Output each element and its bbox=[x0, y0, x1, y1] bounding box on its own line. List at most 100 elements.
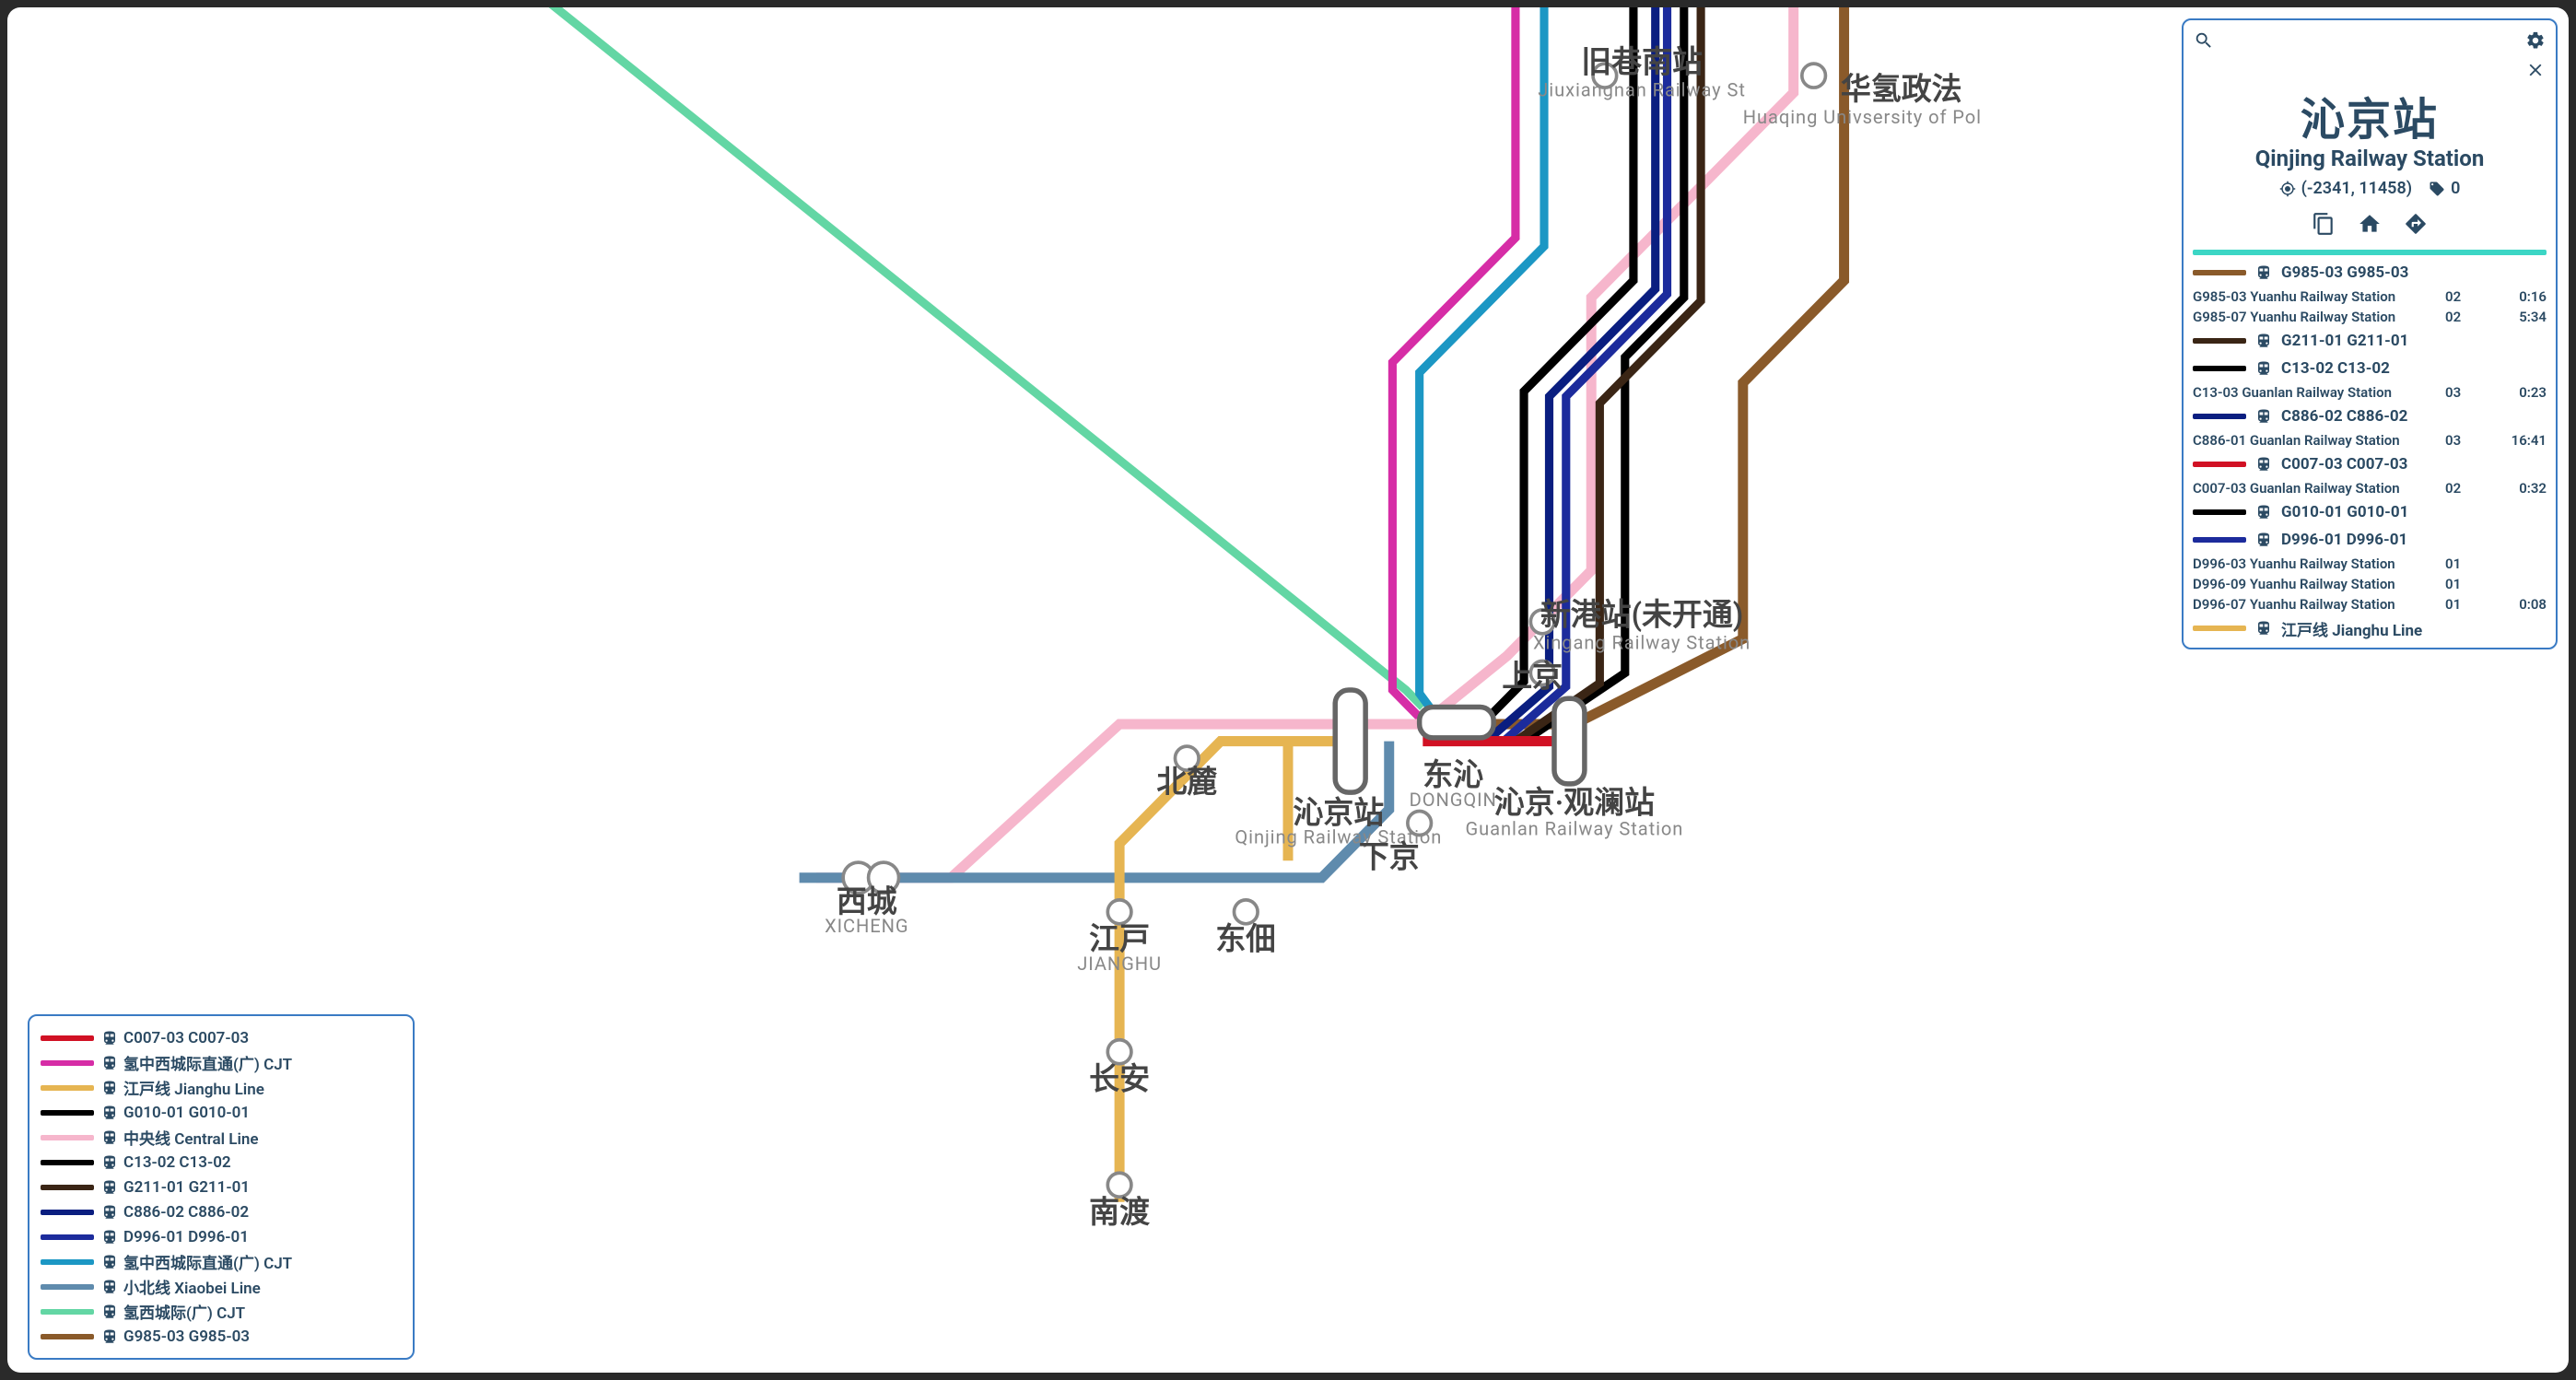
legend-row[interactable]: 中央线 Central Line bbox=[41, 1125, 402, 1150]
legend-label: D996-01 D996-01 bbox=[123, 1228, 249, 1246]
route-header[interactable]: G010-01 G010-01 bbox=[2193, 498, 2547, 526]
label-xingang-en: Xingang Railway Station bbox=[1533, 631, 1751, 653]
legend-row[interactable]: 氢西城际(广) CJT bbox=[41, 1299, 402, 1324]
train-icon bbox=[2255, 264, 2272, 281]
train-icon bbox=[101, 1254, 118, 1270]
legend-label: 氢中西城际直通(广) CJT bbox=[123, 1051, 292, 1074]
legend-label: G010-01 G010-01 bbox=[123, 1104, 250, 1122]
departure-destination: C007-03 Guanlan Railway Station bbox=[2193, 480, 2445, 497]
departure-destination: D996-03 Yuanhu Railway Station bbox=[2193, 556, 2445, 572]
departure-row[interactable]: C007-03 Guanlan Railway Station020:32 bbox=[2193, 478, 2547, 498]
route-header[interactable]: G985-03 G985-03 bbox=[2193, 259, 2547, 287]
coords-value: (-2341, 11458) bbox=[2301, 179, 2412, 198]
legend-label: G985-03 G985-03 bbox=[123, 1327, 250, 1346]
label-nandu: 南渡 bbox=[1089, 1195, 1151, 1231]
legend-swatch bbox=[41, 1284, 94, 1290]
train-icon bbox=[101, 1179, 118, 1196]
legend-row[interactable]: G985-03 G985-03 bbox=[41, 1324, 402, 1349]
route-header[interactable]: G211-01 G211-01 bbox=[2193, 327, 2547, 355]
departure-platform: 02 bbox=[2445, 480, 2488, 497]
route-header[interactable]: C886-02 C886-02 bbox=[2193, 403, 2547, 430]
train-icon bbox=[2255, 620, 2272, 637]
departure-row[interactable]: C13-03 Guanlan Railway Station030:23 bbox=[2193, 382, 2547, 403]
train-icon bbox=[2255, 408, 2272, 425]
departure-eta: 16:41 bbox=[2488, 432, 2547, 449]
train-icon bbox=[101, 1204, 118, 1221]
route-label: G010-01 G010-01 bbox=[2281, 503, 2408, 521]
departure-row[interactable]: D996-09 Yuanhu Railway Station01 bbox=[2193, 574, 2547, 594]
home-icon[interactable] bbox=[2357, 211, 2383, 237]
departure-row[interactable]: D996-07 Yuanhu Railway Station010:08 bbox=[2193, 594, 2547, 614]
legend-swatch bbox=[41, 1160, 94, 1165]
departure-destination: C13-03 Guanlan Railway Station bbox=[2193, 384, 2445, 401]
routes-list: G985-03 G985-03 G985-03 Yuanhu Railway St… bbox=[2193, 259, 2547, 642]
route-label: C886-02 C886-02 bbox=[2281, 407, 2407, 426]
close-icon[interactable] bbox=[2524, 59, 2547, 81]
departure-destination: G985-03 Yuanhu Railway Station bbox=[2193, 288, 2445, 305]
gear-icon[interactable] bbox=[2524, 29, 2547, 52]
train-icon bbox=[101, 1229, 118, 1246]
departure-platform: 01 bbox=[2445, 596, 2488, 613]
route-label: G985-03 G985-03 bbox=[2281, 263, 2408, 282]
departure-platform: 01 bbox=[2445, 556, 2488, 572]
departure-eta: 5:34 bbox=[2488, 309, 2547, 325]
legend-row[interactable]: C13-02 C13-02 bbox=[41, 1150, 402, 1175]
label-xicheng-en: XICHENG bbox=[825, 915, 908, 937]
legend-row[interactable]: 氢中西城际直通(广) CJT bbox=[41, 1050, 402, 1075]
directions-icon[interactable] bbox=[2403, 211, 2429, 237]
route-header[interactable]: C13-02 C13-02 bbox=[2193, 355, 2547, 382]
legend-row[interactable]: G211-01 G211-01 bbox=[41, 1175, 402, 1199]
legend-label: 氢西城际(广) CJT bbox=[123, 1300, 245, 1323]
legend-row[interactable]: D996-01 D996-01 bbox=[41, 1224, 402, 1249]
route-header[interactable]: C007-03 C007-03 bbox=[2193, 450, 2547, 478]
legend-row[interactable]: G010-01 G010-01 bbox=[41, 1100, 402, 1125]
route-swatch bbox=[2193, 338, 2246, 344]
search-icon[interactable] bbox=[2193, 29, 2215, 52]
panel-title-cn: 沁京站 bbox=[2193, 83, 2547, 147]
departure-row[interactable]: C886-01 Guanlan Railway Station0316:41 bbox=[2193, 430, 2547, 450]
train-icon bbox=[2255, 360, 2272, 377]
legend-row[interactable]: 小北线 Xiaobei Line bbox=[41, 1274, 402, 1299]
departure-eta: 0:23 bbox=[2488, 384, 2547, 401]
train-icon bbox=[101, 1279, 118, 1295]
route-label: D996-01 D996-01 bbox=[2281, 531, 2407, 549]
label-xiajing: 下京 bbox=[1359, 839, 1420, 875]
label-guanlan-cn: 沁京·观澜站 bbox=[1494, 785, 1655, 821]
legend-panel: C007-03 C007-03氢中西城际直通(广) CJT江戸线 Jianghu… bbox=[28, 1014, 415, 1360]
route-swatch bbox=[2193, 414, 2246, 419]
legend-row[interactable]: 氢中西城际直通(广) CJT bbox=[41, 1249, 402, 1274]
departure-destination: G985-07 Yuanhu Railway Station bbox=[2193, 309, 2445, 325]
legend-row[interactable]: C007-03 C007-03 bbox=[41, 1025, 402, 1050]
route-header[interactable]: 江戸线 Jianghu Line bbox=[2193, 614, 2547, 642]
legend-row[interactable]: 江戸线 Jianghu Line bbox=[41, 1075, 402, 1100]
legend-label: G211-01 G211-01 bbox=[123, 1178, 250, 1197]
route-label: C007-03 C007-03 bbox=[2281, 455, 2407, 474]
legend-swatch bbox=[41, 1060, 94, 1066]
label-changan: 长安 bbox=[1089, 1061, 1150, 1097]
route-swatch bbox=[2193, 509, 2246, 515]
legend-swatch bbox=[41, 1135, 94, 1140]
train-icon bbox=[101, 1154, 118, 1171]
route-swatch bbox=[2193, 366, 2246, 371]
departure-row[interactable]: G985-07 Yuanhu Railway Station025:34 bbox=[2193, 307, 2547, 327]
legend-label: 氢中西城际直通(广) CJT bbox=[123, 1250, 292, 1273]
departure-row[interactable]: G985-03 Yuanhu Railway Station020:16 bbox=[2193, 287, 2547, 307]
label-shangjing: 上京 bbox=[1502, 659, 1563, 695]
label-huaqing-en: Huaqing Univsersity of Pol bbox=[1743, 106, 1982, 128]
panel-title-en: Qinjing Railway Station bbox=[2193, 146, 2547, 171]
legend-swatch bbox=[41, 1185, 94, 1190]
tag: 0 bbox=[2429, 179, 2460, 198]
label-xingang-cn: 新港站(未开通) bbox=[1540, 597, 1743, 633]
train-icon bbox=[101, 1129, 118, 1146]
train-icon bbox=[101, 1080, 118, 1096]
departure-eta: 0:08 bbox=[2488, 596, 2547, 613]
copy-icon[interactable] bbox=[2311, 211, 2336, 237]
departure-platform: 02 bbox=[2445, 288, 2488, 305]
label-jianghu-en: JIANGHU bbox=[1077, 953, 1162, 975]
legend-swatch bbox=[41, 1035, 94, 1041]
legend-row[interactable]: C886-02 C886-02 bbox=[41, 1199, 402, 1224]
route-header[interactable]: D996-01 D996-01 bbox=[2193, 526, 2547, 554]
departure-row[interactable]: D996-03 Yuanhu Railway Station01 bbox=[2193, 554, 2547, 574]
train-icon bbox=[101, 1030, 118, 1047]
train-icon bbox=[101, 1105, 118, 1121]
